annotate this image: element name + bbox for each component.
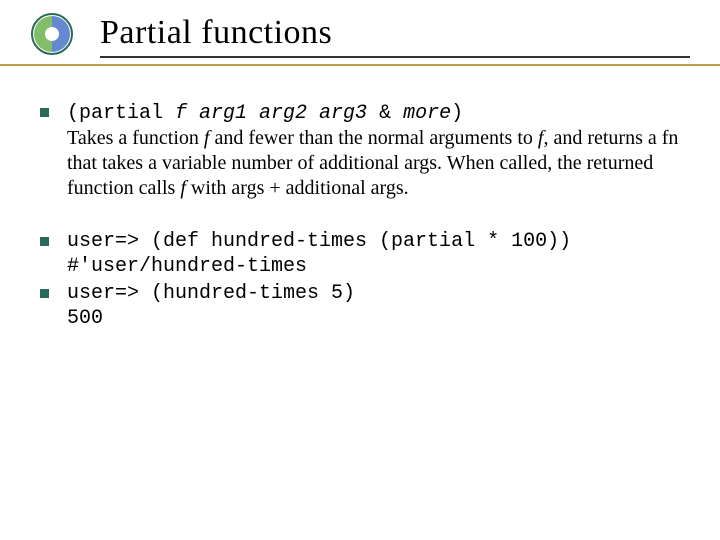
sig-close: ) xyxy=(451,102,463,125)
square-bullet-icon xyxy=(40,108,49,117)
clojure-logo-icon xyxy=(30,12,74,56)
bullet-item-example-def: user=> (def hundred-times (partial * 100… xyxy=(40,229,684,279)
code-line: user=> (def hundred-times (partial * 100… xyxy=(67,230,571,253)
slide: Partial functions (partial f arg1 arg2 a… xyxy=(0,0,720,540)
sig-open: (partial xyxy=(67,102,175,125)
slide-body: (partial f arg1 arg2 arg3 & more) Takes … xyxy=(40,100,684,359)
desc-b: and fewer than the normal arguments to xyxy=(209,127,537,149)
desc-a: Takes a function xyxy=(67,127,204,149)
bullet-item-signature: (partial f arg1 arg2 arg3 & more) Takes … xyxy=(40,100,684,201)
accent-rule xyxy=(0,64,720,66)
code-line: #'user/hundred-times xyxy=(67,255,307,278)
square-bullet-icon xyxy=(40,237,49,246)
sig-more: more xyxy=(403,102,451,125)
sig-amp: & xyxy=(379,102,403,125)
bullet-text: user=> (hundred-times 5) 500 xyxy=(67,281,684,331)
sig-args: f arg1 arg2 arg3 xyxy=(175,102,379,125)
bullet-item-example-call: user=> (hundred-times 5) 500 xyxy=(40,281,684,331)
square-bullet-icon xyxy=(40,289,49,298)
title-area: Partial functions xyxy=(100,14,690,58)
code-line: user=> (hundred-times 5) xyxy=(67,282,355,305)
bullet-text: user=> (def hundred-times (partial * 100… xyxy=(67,229,684,279)
desc-d: with args + additional args. xyxy=(186,177,409,199)
bullet-text: (partial f arg1 arg2 arg3 & more) Takes … xyxy=(67,100,684,201)
code-line: 500 xyxy=(67,307,103,330)
accent-rule-wrap xyxy=(0,64,720,66)
slide-title: Partial functions xyxy=(100,14,690,52)
title-underline xyxy=(100,56,690,58)
